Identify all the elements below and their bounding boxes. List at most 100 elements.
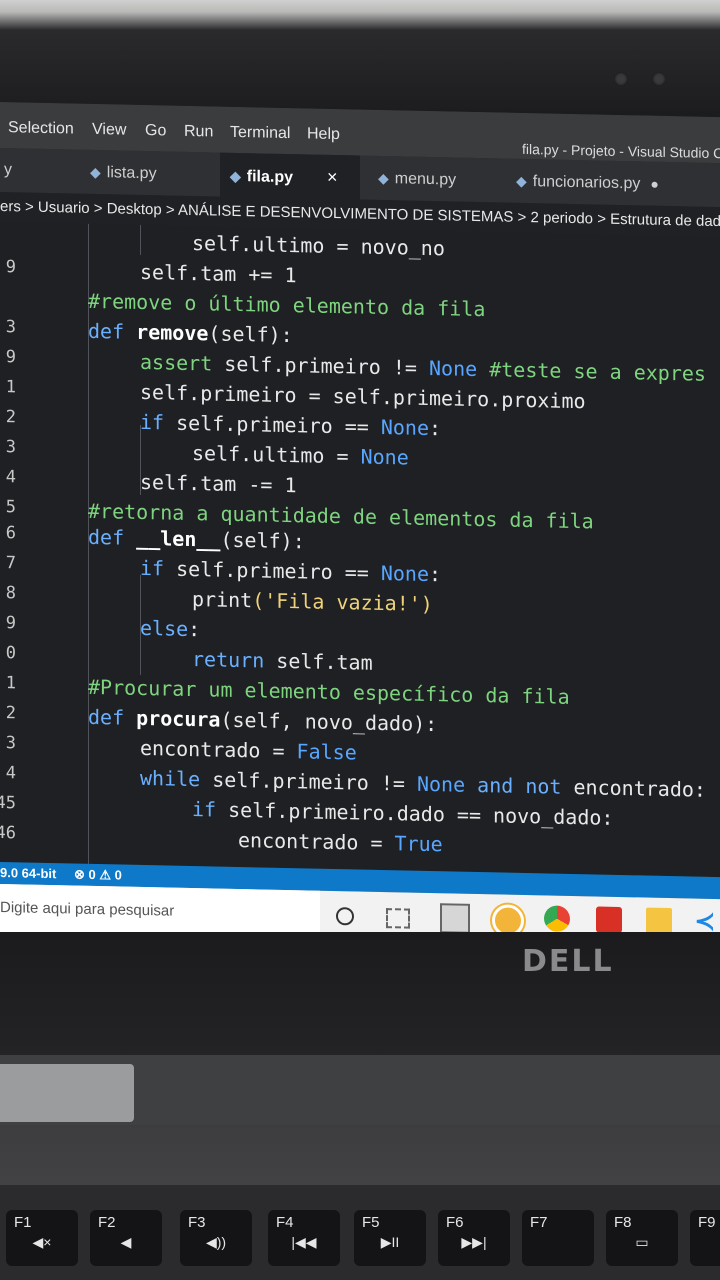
tab-fila[interactable]: ◆ fila.py × xyxy=(220,152,360,200)
code-token: encontrado: xyxy=(573,775,706,802)
code-token: .tam -= 1 xyxy=(188,470,297,498)
code-editor[interactable]: 9 3 9 1 2 3 4 5 6 7 8 9 0 1 2 3 4 45 46 self.ultimo = novo… xyxy=(0,222,720,878)
code-line[interactable]: #remove o último elemento da fila xyxy=(88,289,485,321)
code-line[interactable]: while self.primeiro != None and not enco… xyxy=(140,766,706,802)
taskbar-search[interactable]: Digite aqui para pesquisar xyxy=(0,884,320,939)
calculator-icon[interactable] xyxy=(440,903,470,934)
key-f4[interactable]: F4 |◀◀ xyxy=(268,1210,340,1266)
hinge-latch xyxy=(0,1064,134,1122)
line-number: 1 xyxy=(5,377,16,398)
code-token: : xyxy=(188,616,201,642)
key-f6[interactable]: F6 ▶▶| xyxy=(438,1210,510,1266)
code-line[interactable]: assert self.primeiro != None #teste se a… xyxy=(140,350,706,386)
code-token: self xyxy=(224,351,273,377)
line-number: 46 xyxy=(0,822,16,844)
line-number: 3 xyxy=(5,437,16,458)
tab-lista[interactable]: ◆ lista.py xyxy=(80,150,210,197)
code-token: (self, novo_dado): xyxy=(220,707,438,737)
code-token: if xyxy=(140,555,177,581)
code-token: return xyxy=(192,647,277,673)
code-line[interactable]: def remove(self): xyxy=(88,319,293,347)
code-line[interactable]: #Procurar um elemento específico da fila xyxy=(88,675,570,709)
code-token: .primeiro == xyxy=(224,557,381,585)
key-f5[interactable]: F5 ▶II xyxy=(354,1210,426,1266)
menu-go[interactable]: Go xyxy=(145,122,166,140)
code-token: .primeiro.proximo xyxy=(380,384,586,414)
task-view-icon[interactable] xyxy=(386,908,410,929)
code-token: self xyxy=(176,556,225,582)
line-number: 0 xyxy=(5,643,16,664)
python-interpreter-status[interactable]: 9.0 64-bit xyxy=(0,862,56,885)
code-token: .primeiro = xyxy=(188,380,333,408)
menu-selection[interactable]: Selection xyxy=(8,119,74,138)
play-pause-icon: ▶II xyxy=(380,1234,400,1250)
key-f8[interactable]: F8 ▭ xyxy=(606,1210,678,1266)
volume-up-icon: ◀)) xyxy=(205,1234,227,1250)
line-number: 2 xyxy=(5,407,16,428)
code-token: else xyxy=(140,615,189,641)
tab-funcionarios[interactable]: ◆ funcionarios.py ● xyxy=(506,159,716,207)
key-f3[interactable]: F3 ◀)) xyxy=(180,1210,252,1266)
code-token: self xyxy=(228,797,277,823)
code-token: def xyxy=(88,318,137,344)
code-token: while xyxy=(140,765,213,792)
code-token: None xyxy=(380,414,430,440)
code-token: None xyxy=(429,355,478,381)
code-token: self xyxy=(332,383,381,409)
code-line[interactable]: self.ultimo = None xyxy=(192,441,409,470)
chrome-icon[interactable] xyxy=(544,905,570,932)
code-line[interactable]: def __len__(self): xyxy=(88,525,305,554)
code-line[interactable]: return self.tam xyxy=(192,647,373,675)
line-number: 6 xyxy=(5,523,16,544)
code-token: def xyxy=(88,704,137,730)
code-line[interactable]: self.tam += 1 xyxy=(140,260,297,287)
key-f2[interactable]: F2 ◀ xyxy=(90,1210,162,1266)
code-line[interactable]: if self.primeiro.dado == novo_dado: xyxy=(192,797,613,830)
pdf-reader-icon[interactable] xyxy=(596,906,622,934)
code-token: ('Fila vazia!') xyxy=(252,588,433,617)
menu-help[interactable]: Help xyxy=(307,125,340,144)
code-token: self xyxy=(192,441,241,467)
line-number: 2 xyxy=(5,703,16,724)
code-token: True xyxy=(394,831,443,857)
code-token: and not xyxy=(465,772,574,800)
code-token: self xyxy=(176,410,225,436)
line-number: 4 xyxy=(5,467,16,488)
code-token: (self): xyxy=(220,527,305,554)
key-f7[interactable]: F7 xyxy=(522,1210,594,1266)
code-line[interactable]: if self.primeiro == None: xyxy=(140,556,441,586)
tab-menu[interactable]: ◆ menu.py xyxy=(368,156,498,203)
code-token: .ultimo = novo_no xyxy=(240,232,445,261)
code-line[interactable]: print('Fila vazia!') xyxy=(192,587,433,616)
code-line[interactable]: encontrado = True xyxy=(238,828,443,856)
cortana-icon[interactable] xyxy=(336,907,354,926)
code-line[interactable]: else: xyxy=(140,616,200,641)
code-token: self xyxy=(212,767,261,793)
next-track-icon: ▶▶| xyxy=(461,1234,487,1250)
code-line[interactable]: encontrado = False xyxy=(140,736,357,765)
code-line[interactable]: self.ultimo = novo_no xyxy=(192,231,445,260)
code-token: self xyxy=(276,648,325,674)
key-f1[interactable]: F1 ◀× xyxy=(6,1210,78,1266)
close-icon[interactable]: × xyxy=(327,167,338,187)
code-token: print xyxy=(192,587,253,613)
code-token: if xyxy=(192,797,229,822)
menu-terminal[interactable]: Terminal xyxy=(230,124,290,143)
line-number: 5 xyxy=(5,497,16,518)
code-line[interactable]: self.primeiro = self.primeiro.proximo xyxy=(140,380,586,413)
code-line[interactable]: self.tam -= 1 xyxy=(140,470,297,497)
tab-partial[interactable]: y xyxy=(0,148,64,193)
python-file-icon: ◆ xyxy=(90,163,101,181)
menu-run[interactable]: Run xyxy=(184,123,213,142)
code-line[interactable]: def procura(self, novo_dado): xyxy=(88,705,437,736)
previous-track-icon: |◀◀ xyxy=(291,1234,317,1250)
code-token: None xyxy=(380,560,430,586)
code-line[interactable]: if self.primeiro == None: xyxy=(140,410,441,440)
file-explorer-icon[interactable] xyxy=(646,907,672,935)
problems-status[interactable]: ⊗ 0 ⚠ 0 xyxy=(74,864,122,887)
unsaved-dot-icon: ● xyxy=(650,175,659,192)
key-f9[interactable]: F9 xyxy=(690,1210,720,1266)
code-token: #remove o último elemento da fila xyxy=(88,288,486,322)
code-token: self xyxy=(140,259,189,285)
menu-view[interactable]: View xyxy=(92,121,126,140)
